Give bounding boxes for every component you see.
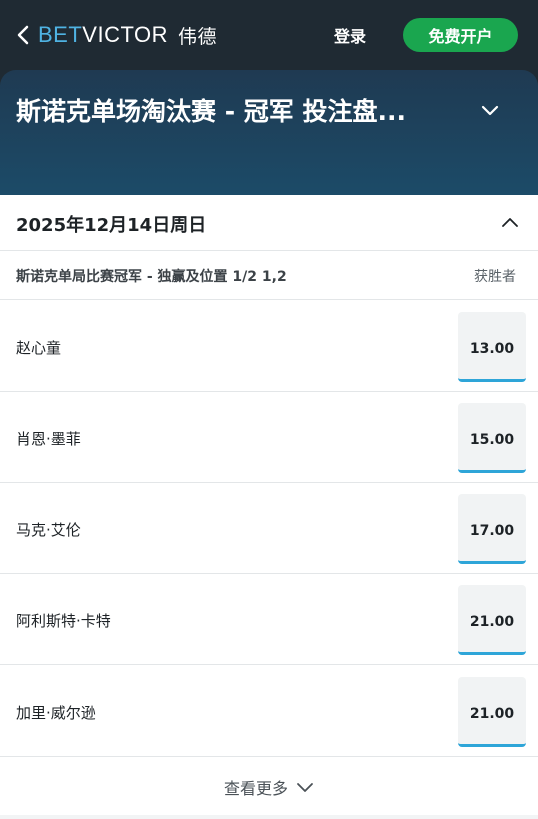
runner-name: 马克·艾伦	[16, 521, 81, 539]
hero-banner: 斯诺克单场淘汰赛 - 冠军 投注盘...	[0, 70, 538, 195]
event-date: 2025年12月14日周日	[16, 215, 207, 236]
odds-button[interactable]: 21.00	[458, 585, 526, 655]
brand-logo[interactable]: BET VICTOR 伟德	[38, 22, 217, 48]
runner-row: 阿利斯特·卡特 21.00	[0, 574, 538, 665]
logo-bet: BET	[38, 22, 83, 47]
chevron-down-icon[interactable]	[480, 100, 500, 120]
runner-row: 马克·艾伦 17.00	[0, 483, 538, 574]
market-title: 斯诺克单局比赛冠军 - 独赢及位置 1/2 1,2	[16, 269, 287, 285]
column-label: 获胜者	[474, 269, 516, 285]
page-title[interactable]: 斯诺克单场淘汰赛 - 冠军 投注盘...	[16, 92, 486, 128]
runner-row: 肖恩·墨菲 15.00	[0, 392, 538, 483]
runner-name: 加里·威尔逊	[16, 704, 96, 722]
show-more-label: 查看更多	[223, 778, 288, 798]
back-button[interactable]	[14, 22, 32, 48]
signup-button[interactable]: 免费开户	[403, 18, 518, 52]
odds-button[interactable]: 15.00	[458, 403, 526, 473]
chevron-down-icon	[297, 782, 313, 792]
event-card: 2025年12月14日周日 斯诺克单局比赛冠军 - 独赢及位置 1/2 1,2 …	[0, 195, 538, 815]
logo-cn: 伟德	[178, 26, 218, 48]
runner-row: 加里·威尔逊 21.00	[0, 666, 538, 757]
odds-button[interactable]: 17.00	[458, 494, 526, 564]
runner-name: 赵心童	[16, 339, 62, 357]
runner-row: 赵心童 13.00	[0, 301, 538, 392]
runner-name: 阿利斯特·卡特	[16, 612, 111, 630]
top-bar: BET VICTOR 伟德 登录 免费开户	[0, 0, 538, 70]
market-header: 斯诺克单局比赛冠军 - 独赢及位置 1/2 1,2 获胜者	[0, 252, 538, 300]
chevron-left-icon	[17, 25, 29, 45]
logo-victor: VICTOR	[82, 22, 169, 47]
show-more-button[interactable]: 查看更多	[0, 758, 538, 815]
chevron-up-icon[interactable]	[501, 215, 519, 229]
odds-button[interactable]: 21.00	[458, 677, 526, 747]
login-link[interactable]: 登录	[334, 22, 366, 48]
odds-button[interactable]: 13.00	[458, 312, 526, 382]
date-header[interactable]: 2025年12月14日周日	[0, 195, 538, 251]
runner-name: 肖恩·墨菲	[16, 430, 81, 448]
